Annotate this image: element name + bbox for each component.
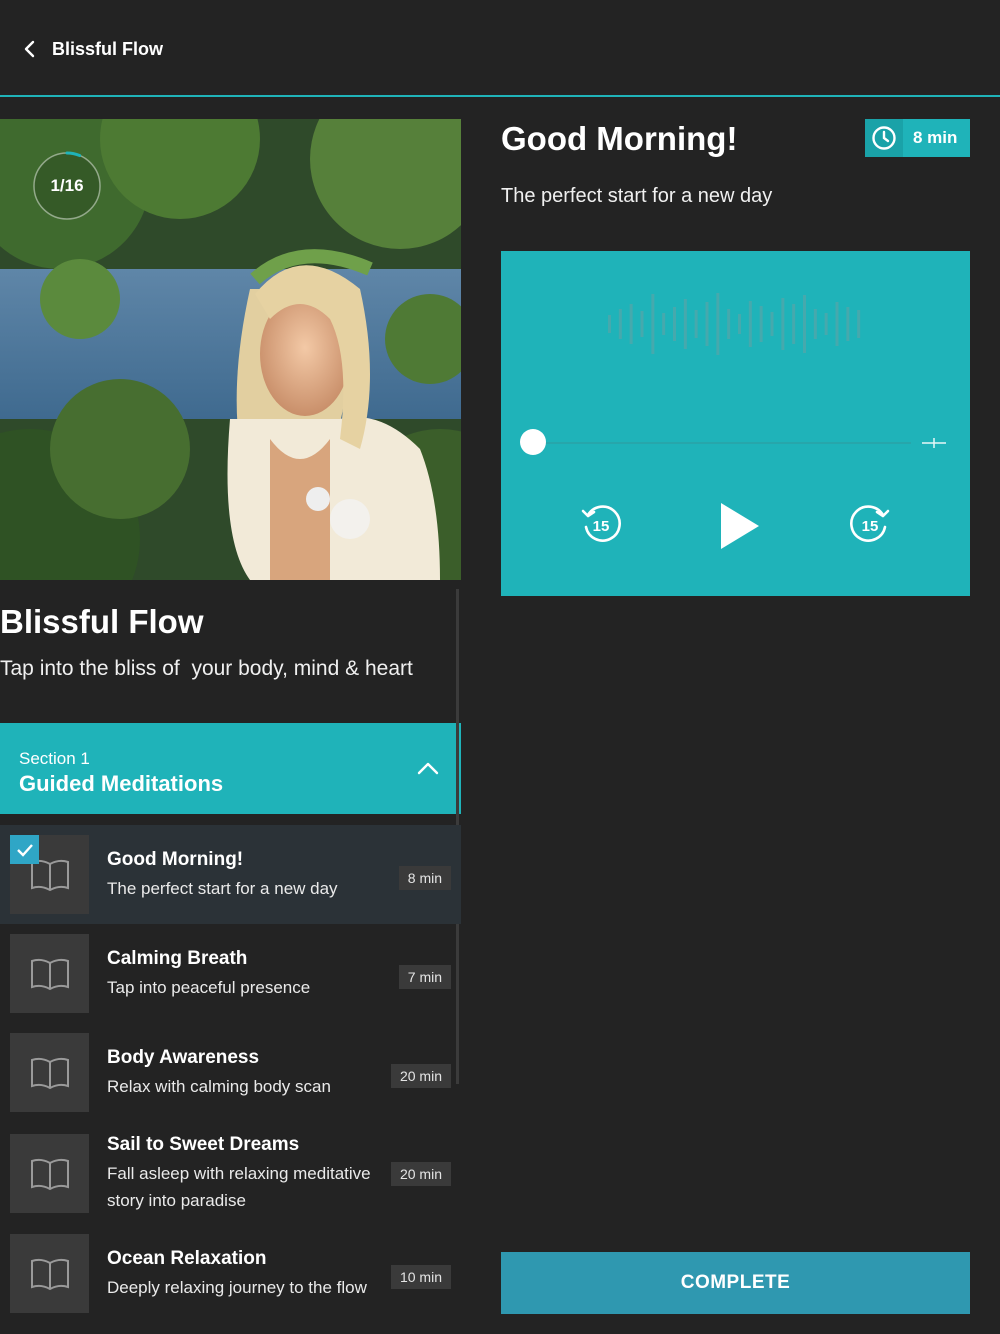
waveform-bar [770,312,774,336]
lesson-item[interactable]: Sail to Sweet Dreams Fall asleep with re… [0,1122,461,1224]
section-number: Section 1 [19,749,90,768]
lesson-heading: Good Morning! [501,120,738,157]
lesson-description: The perfect start for a new day [107,879,338,898]
waveform-bar [781,298,785,350]
book-icon [30,1258,69,1290]
chevron-up-icon [417,762,439,775]
lesson-item[interactable]: Body Awareness Relax with calming body s… [0,1023,461,1122]
waveform-bar [608,315,611,333]
lesson-duration: 20 min [390,1064,451,1088]
play-icon[interactable] [717,501,761,551]
forward-label: 15 [862,518,879,535]
rewind-label: 15 [593,518,610,535]
seek-end-marker [922,438,946,448]
waveform-bar [618,309,622,339]
waveform-bar [857,310,861,338]
chevron-left-icon [24,40,35,58]
completed-check [10,835,39,864]
waveform-bar [694,310,698,338]
waveform-bar [683,299,687,349]
lesson-subheading: The perfect start for a new day [501,185,773,207]
waveform-bar [835,302,839,346]
seek-knob[interactable] [520,429,546,455]
waveform-bar [640,311,644,337]
lesson-duration: 20 min [390,1162,451,1186]
section-name: Guided Meditations [19,771,224,796]
book-icon [30,1057,69,1089]
lesson-title: Sail to Sweet Dreams [107,1134,300,1155]
back-button-label: Blissful Flow [52,38,164,59]
lesson-duration: 7 min [398,965,451,989]
waveform-bar [846,307,850,341]
course-subtitle: Tap into the bliss of your body, mind & … [0,657,413,680]
book-icon [30,958,69,990]
seek-bar[interactable] [533,442,911,444]
complete-button[interactable]: COMPLETE [501,1252,970,1314]
lesson-title: Ocean Relaxation [107,1248,267,1269]
lesson-title: Good Morning! [107,849,244,870]
clock-icon [865,119,903,157]
waveform-bar [738,314,741,334]
audio-player: 15 15 [501,251,970,596]
back-button[interactable]: Blissful Flow [20,34,163,64]
lesson-description: Fall asleep with relaxing meditative sto… [107,1164,371,1210]
lesson-item[interactable]: Calming Breath Tap into peaceful presenc… [0,924,461,1023]
waveform-bar [759,306,763,342]
waveform-bar [705,302,709,346]
lesson-description: Tap into peaceful presence [107,978,311,997]
waveform-bar [813,309,817,339]
waveform [608,293,861,355]
duration-text: 8 min [913,128,958,147]
lesson-thumbnail [10,934,89,1013]
lesson-title: Body Awareness [107,1047,260,1068]
waveform-bar [673,307,676,341]
waveform-bar [824,313,828,335]
waveform-bar [803,295,806,353]
lesson-thumbnail [10,1033,89,1112]
lesson-item[interactable]: Good Morning! The perfect start for a ne… [0,825,461,924]
waveform-bar [792,304,796,344]
course-title: Blissful Flow [0,603,204,640]
lesson-description: Relax with calming body scan [107,1077,331,1096]
waveform-bar [662,313,666,335]
lesson-duration: 10 min [390,1265,451,1289]
waveform-bar [727,309,731,339]
check-icon [16,843,33,857]
waveform-bar [716,293,720,355]
top-bar: Blissful Flow [0,0,1000,97]
waveform-bar [651,294,655,354]
book-icon [30,1158,69,1190]
rewind-15-icon[interactable]: 15 [580,503,622,545]
lesson-item[interactable]: Ocean Relaxation Deeply relaxing journey… [0,1224,461,1323]
lesson-thumbnail [10,1234,89,1313]
progress-counter: 1/16 [50,176,84,195]
waveform-bar [748,301,752,347]
lesson-description: Deeply relaxing journey to the flow [107,1278,367,1297]
lesson-thumbnail [10,1134,89,1213]
forward-15-icon[interactable]: 15 [849,503,891,545]
section-header[interactable]: Section 1 Guided Meditations [0,723,461,814]
lesson-title: Calming Breath [107,948,248,969]
waveform-bar [629,304,633,344]
lesson-duration: 8 min [398,866,451,890]
course-panel: 1/16 Blissful Flow Tap into the bliss of… [0,119,461,1334]
duration-badge: 8 min [865,119,970,157]
